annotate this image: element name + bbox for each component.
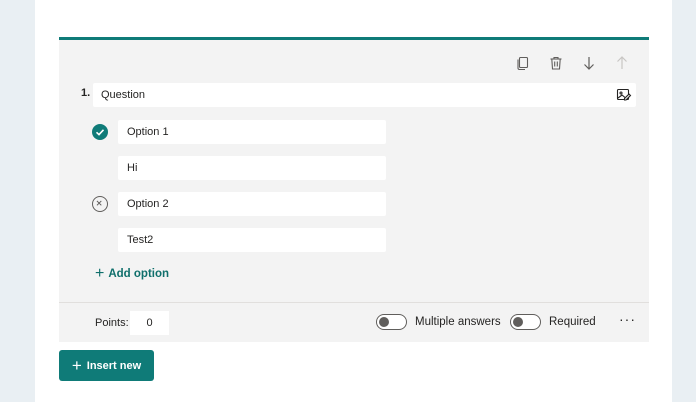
option-feedback-row: Hi [92, 156, 392, 180]
add-option-button[interactable]: + Add option [95, 265, 170, 282]
move-down-button[interactable] [578, 52, 600, 74]
option-text-input[interactable]: Option 2 [118, 192, 386, 216]
question-number: 1. [81, 87, 91, 99]
multiple-answers-label: Multiple answers [415, 316, 501, 328]
option-feedback-row: Test2 [92, 228, 392, 252]
trash-icon [550, 56, 562, 70]
insert-new-label: Insert new [86, 359, 142, 372]
multiple-answers-toggle[interactable] [376, 314, 407, 330]
copy-question-button[interactable] [512, 52, 534, 74]
correct-answer-marker[interactable] [92, 124, 108, 140]
option-feedback-input[interactable]: Test2 [118, 228, 386, 252]
more-options-button[interactable]: ··· [619, 311, 636, 327]
plus-icon: + [95, 265, 105, 282]
option-text-input[interactable]: Option 1 [118, 120, 386, 144]
incorrect-answer-marker[interactable] [92, 196, 108, 212]
copy-icon [517, 56, 529, 71]
option-row: Option 2 [92, 192, 392, 216]
checkmark-icon [95, 129, 105, 136]
question-toolbar [512, 52, 633, 74]
question-footer: Points: 0 Multiple answers Required ··· [59, 302, 649, 342]
question-card[interactable]: 1. Question Option 1 Hi Option 2 Test2 +… [59, 37, 649, 342]
question-title-input[interactable]: Question [93, 83, 636, 107]
question-title-row: 1. Question [81, 83, 636, 107]
insert-media-icon[interactable] [616, 87, 632, 103]
move-up-button[interactable] [611, 52, 633, 74]
points-input[interactable]: 0 [130, 311, 169, 335]
option-feedback-input[interactable]: Hi [118, 156, 386, 180]
required-label: Required [549, 316, 596, 328]
toggle-knob [513, 317, 523, 327]
close-icon [96, 200, 102, 206]
points-label: Points: [95, 317, 129, 329]
insert-new-button[interactable]: + Insert new [59, 350, 154, 381]
arrow-down-icon [584, 57, 594, 70]
add-option-label: Add option [108, 268, 170, 280]
toggle-knob [379, 317, 389, 327]
option-row: Option 1 [92, 120, 392, 144]
required-toggle[interactable] [510, 314, 541, 330]
delete-question-button[interactable] [545, 52, 567, 74]
plus-icon: + [71, 355, 82, 375]
arrow-up-icon [617, 56, 627, 69]
